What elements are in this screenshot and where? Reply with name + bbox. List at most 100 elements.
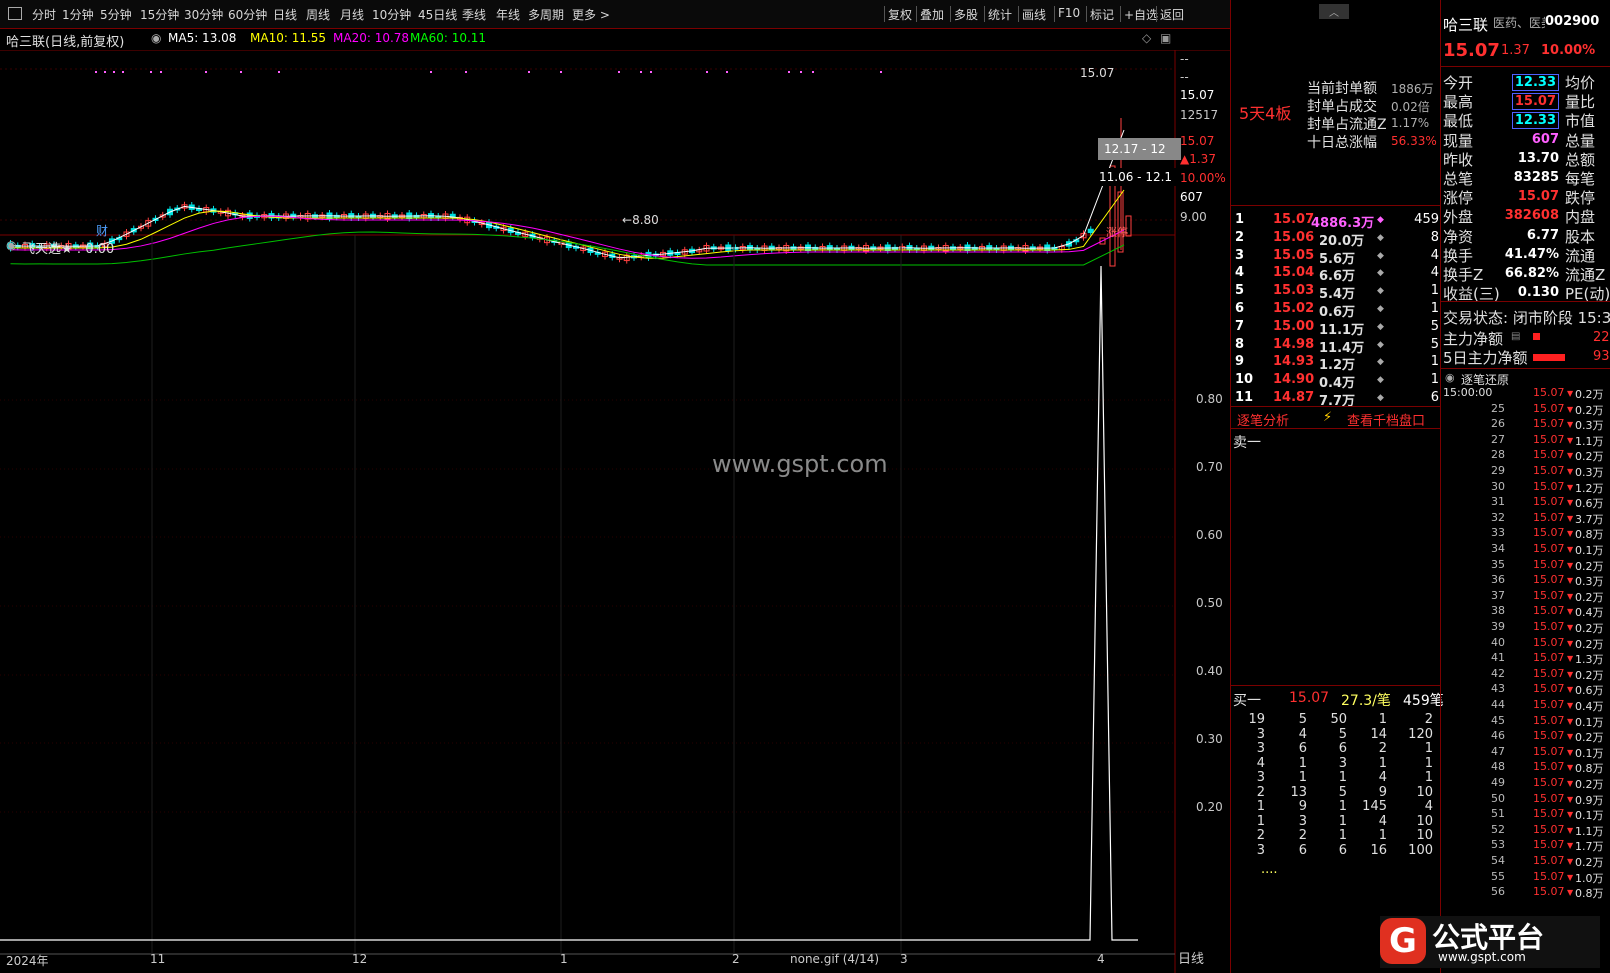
tick-price: 15.07 — [1533, 432, 1565, 446]
event-markers — [95, 71, 882, 73]
tick-time: 52 — [1491, 822, 1505, 836]
queue-cell: 4 — [1378, 770, 1387, 785]
tool-button[interactable]: F10 — [1058, 6, 1080, 20]
tool-button[interactable]: 叠加 — [920, 6, 944, 23]
buy-level-row[interactable]: 7 15.00 11.1万 ◆ 5 — [1231, 318, 1441, 338]
tick-row: 41 15.07 ▼ 1.3万 — [1441, 651, 1610, 667]
queue-cell: 1 — [1338, 770, 1347, 785]
quote-field-value: 13.70 — [1517, 150, 1559, 166]
toolbar-divider — [1120, 6, 1121, 22]
period-tab[interactable]: 1分钟 — [62, 6, 94, 23]
tick-volume: 0.8万 — [1575, 887, 1604, 901]
period-tab[interactable]: 15分钟 — [140, 6, 179, 23]
tick-price: 15.07 — [1533, 448, 1565, 462]
period-tab[interactable]: 30分钟 — [184, 6, 223, 23]
buy-level-row[interactable]: 1 15.07 4886.3万 ◆ 459 — [1231, 211, 1441, 231]
period-tab[interactable]: 月线 — [340, 6, 364, 23]
tick-price: 15.07 — [1533, 386, 1565, 399]
period-unit-label[interactable]: 日线 — [1178, 948, 1204, 967]
finance-tag[interactable]: 财 — [96, 222, 108, 239]
buy-level-row[interactable]: 10 14.90 0.4万 ◆ 1 — [1231, 371, 1441, 391]
tool-button[interactable]: 复权 — [888, 6, 912, 23]
buy-level-row[interactable]: 5 15.03 5.4万 ◆ 1 — [1231, 282, 1441, 302]
list-icon[interactable]: ▤ — [1511, 331, 1520, 342]
industry-tag[interactable]: 医药、医美 — [1493, 14, 1553, 31]
queue-cell: 3 — [1298, 813, 1307, 829]
toolbar-divider — [884, 6, 885, 22]
tool-button[interactable]: 多股 — [954, 6, 978, 23]
quote-field-label: 今开 — [1443, 74, 1474, 92]
period-tab[interactable]: 60分钟 — [228, 6, 267, 23]
tick-volume: 0.8万 — [1575, 528, 1604, 542]
main-chart — [0, 50, 1230, 973]
period-tab[interactable]: 季线 — [462, 6, 486, 23]
event-dot — [726, 71, 728, 73]
tool-button[interactable]: 返回 — [1160, 6, 1184, 23]
diamond-icon[interactable]: ◇ — [1142, 31, 1151, 45]
period-tab[interactable]: 周线 — [306, 6, 330, 23]
period-tab[interactable]: 日线 — [273, 6, 297, 23]
buy-level-row[interactable]: 4 15.04 6.6万 ◆ 4 — [1231, 264, 1441, 284]
buy-level-row[interactable]: 11 14.87 7.7万 ◆ 6 — [1231, 389, 1441, 409]
tool-button[interactable]: 标记 — [1090, 6, 1114, 23]
tick-row: 29 15.07 ▼ 0.3万 — [1441, 464, 1610, 480]
scroll-up-icon[interactable]: ︿ — [1319, 4, 1349, 19]
period-tab[interactable]: 年线 — [496, 6, 520, 23]
tick-time: 15:00:00 — [1443, 386, 1493, 399]
indicator-y-tick: 0.30 — [1196, 732, 1223, 746]
tool-button[interactable]: +自选 — [1124, 6, 1158, 23]
buy-level-row[interactable]: 6 15.02 0.6万 ◆ 1 — [1231, 300, 1441, 320]
event-dot — [788, 71, 790, 73]
diamond-marker-icon: ◆ — [1377, 357, 1384, 368]
seal-stat-label: 封单占流通Z — [1307, 117, 1387, 133]
tick-price: 15.07 — [1533, 479, 1565, 493]
buy-level-row[interactable]: 2 15.06 20.0万 ◆ 8 — [1231, 229, 1441, 249]
trade-status: 交易状态: 闭市阶段 15:3 — [1443, 309, 1610, 327]
buy-level-row[interactable]: 8 14.98 11.4万 ◆ 5 — [1231, 336, 1441, 356]
tick-time: 25 — [1491, 401, 1505, 415]
main-net-label: 主力净额 — [1443, 330, 1504, 348]
collapse-icon[interactable]: ◉ — [151, 31, 161, 45]
queue-cell: 100 — [1408, 842, 1433, 858]
tick-time: 51 — [1491, 807, 1505, 821]
indicator-collapse-icon[interactable]: ◉ — [6, 238, 16, 252]
tool-button[interactable]: 统计 — [988, 6, 1012, 23]
down-arrow-icon: ▼ — [1567, 576, 1574, 586]
diamond-marker-icon: ◆ — [1377, 250, 1384, 261]
down-arrow-icon: ▼ — [1567, 779, 1574, 788]
period-tab[interactable]: 5分钟 — [100, 6, 132, 23]
window-menu-icon[interactable] — [8, 7, 22, 20]
period-tab[interactable]: 多周期 — [528, 6, 564, 23]
period-tab[interactable]: 更多 > — [572, 6, 610, 23]
period-tab[interactable]: 10分钟 — [372, 6, 411, 23]
level-count: 1 — [1430, 372, 1439, 388]
queue-cell: 1 — [1424, 755, 1433, 771]
down-arrow-icon: ▼ — [1567, 607, 1574, 617]
period-tab[interactable]: 45日线 — [418, 6, 457, 23]
queue-more[interactable]: .... — [1261, 862, 1278, 877]
ticks-collapse-icon[interactable]: ◉ — [1445, 371, 1455, 384]
tick-time: 40 — [1491, 635, 1505, 649]
period-tab[interactable]: 分时 — [32, 6, 56, 23]
tick-volume: 0.2万 — [1575, 388, 1604, 401]
tick-analysis-link[interactable]: 逐笔分析 — [1237, 410, 1289, 429]
quote-field-label-right: 流通 — [1565, 246, 1596, 265]
event-dot — [618, 71, 620, 73]
level-price: 14.87 — [1273, 390, 1315, 405]
level-index: 11 — [1235, 390, 1254, 405]
tick-volume: 0.1万 — [1575, 715, 1604, 729]
tick-time: 43 — [1491, 682, 1505, 696]
buy-level-row[interactable]: 3 15.05 5.6万 ◆ 4 — [1231, 247, 1441, 267]
tool-button[interactable]: 画线 — [1022, 6, 1046, 23]
panel-toggle-icon[interactable]: ▣ — [1160, 31, 1171, 45]
buy-level-row[interactable]: 9 14.93 1.2万 ◆ 1 — [1231, 353, 1441, 373]
down-arrow-icon: ▼ — [1567, 389, 1574, 398]
queue-cell: 3 — [1256, 770, 1265, 785]
quote-field-value: 15.07 — [1517, 189, 1559, 205]
quote-field-value: 6.77 — [1526, 227, 1559, 243]
ma-line — [10, 215, 1125, 259]
queue-cell: 1 — [1256, 813, 1265, 829]
view-depth-link[interactable]: 查看千档盘口 — [1347, 410, 1425, 429]
indicator-y-tick: 0.40 — [1196, 664, 1223, 678]
tick-price: 15.07 — [1533, 791, 1565, 805]
